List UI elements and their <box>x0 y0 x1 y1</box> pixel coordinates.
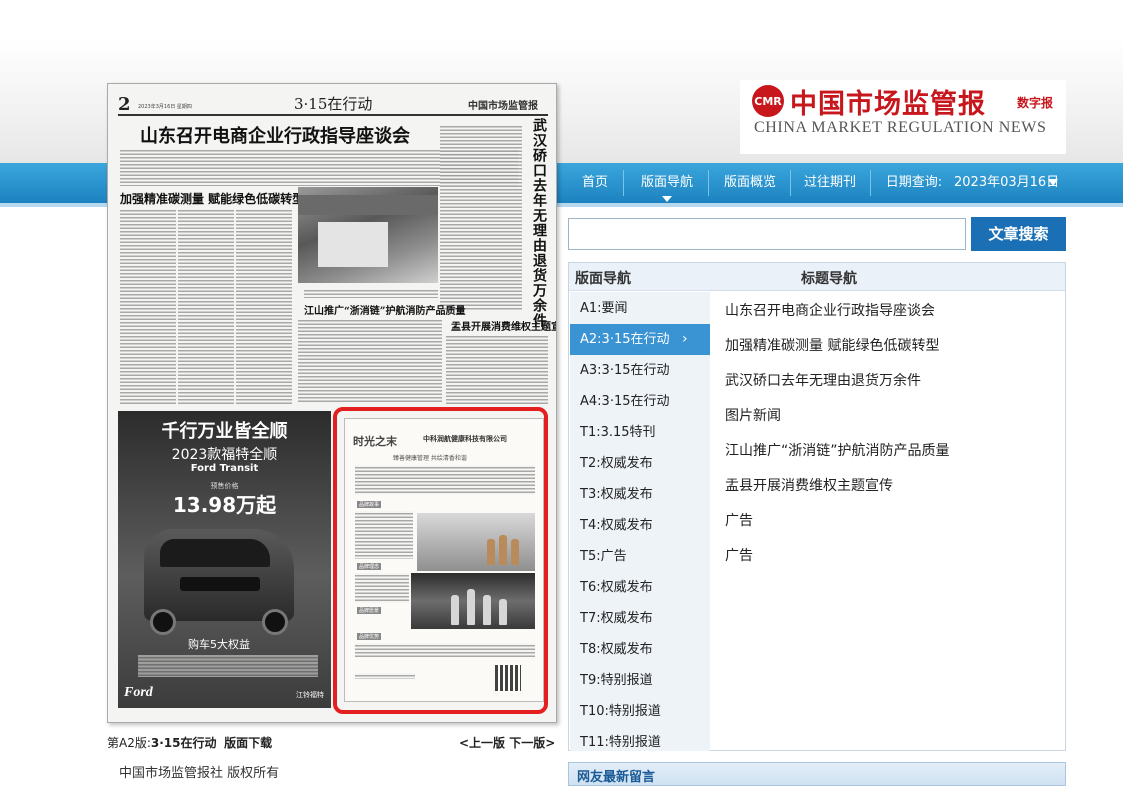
logo-chinese-name: 中国市场监管报 <box>790 89 986 120</box>
article-text-block[interactable] <box>446 334 548 406</box>
page-nav-header: 版面导航 <box>575 271 631 287</box>
title-link[interactable]: 广告 <box>725 510 753 530</box>
news-photo[interactable] <box>298 187 438 283</box>
logo-emblem-icon: CMR <box>752 85 784 117</box>
paper-vertical-headline-article[interactable]: 武汉硚口去年无理由退货万余件 <box>526 118 548 328</box>
site-logo[interactable]: CMR 中国市场监管报 数字报 CHINA MARKET REGULATION … <box>740 80 1066 154</box>
title-link[interactable]: 山东召开电商企业行政指导座谈会 <box>725 300 935 320</box>
paper-headline-article[interactable]: 山东召开电商企业行政指导座谈会 <box>140 122 410 148</box>
page-item-t2[interactable]: T2:权威发布 <box>570 448 710 479</box>
page-item-t5[interactable]: T5:广告 <box>570 541 710 572</box>
search-input[interactable] <box>568 218 966 250</box>
car-ad-brand: Ford Transit <box>190 463 259 474</box>
paper-headline-3-article[interactable]: 盂县开展消费维权主题宣传 <box>451 318 556 333</box>
page-item-t7[interactable]: T7:权威发布 <box>570 603 710 634</box>
navigation-panel: 版面导航 标题导航 A1:要闻 A2:3·15在行动 › A3:3·15在行动 … <box>568 262 1066 751</box>
photo-tent <box>318 222 388 267</box>
paper-date-line: 2023年3月16日 星期四 <box>138 104 192 110</box>
article-text-block[interactable] <box>120 208 176 404</box>
nav-divider <box>870 170 871 196</box>
page-caption: 第A2版:3·15在行动 版面下载 <box>107 734 272 751</box>
date-query-label: 日期查询: <box>885 175 943 190</box>
article-text-block[interactable] <box>298 318 442 404</box>
selected-article-highlight[interactable] <box>333 407 548 714</box>
nav-home[interactable]: 首页 <box>568 163 622 203</box>
paper-page-number: 2 <box>118 94 131 115</box>
page-item-t4[interactable]: T4:权威发布 <box>570 510 710 541</box>
prev-page-link[interactable]: <上一版 <box>459 736 505 750</box>
paper-header-rule <box>118 114 548 116</box>
page-pager: <上一版 下一版> <box>459 734 555 751</box>
car-ad-slogan: 千行万业皆全顺 <box>161 421 288 442</box>
van-wheel <box>150 609 176 635</box>
car-ad-model: 2023款福特全顺 <box>171 447 278 463</box>
page-item-label: A2:3·15在行动 <box>580 332 670 347</box>
page-item-t9[interactable]: T9:特别报道 <box>570 665 710 696</box>
ford-transit-ad[interactable]: 千行万业皆全顺 2023款福特全顺 Ford Transit 预售价格 13.9… <box>118 411 331 708</box>
logo-digital-tag: 数字报 <box>1017 96 1054 110</box>
van-grille <box>180 577 260 591</box>
article-search-button[interactable]: 文章搜索 <box>971 217 1066 251</box>
paper-subheadline-article[interactable]: 加强精准碳测量 赋能绿色低碳转型 <box>120 190 304 207</box>
page-item-t6[interactable]: T6:权威发布 <box>570 572 710 603</box>
chevron-right-icon: › <box>682 331 688 347</box>
paper-headline-2-article[interactable]: 江山推广“浙消链”护航消防产品质量 <box>304 302 466 317</box>
latest-comments-bar: 网友最新留言 <box>568 762 1066 786</box>
logo-english-name: CHINA MARKET REGULATION NEWS <box>754 119 1047 136</box>
panel-header: 版面导航 标题导航 <box>569 263 1065 291</box>
ford-logo: Ford <box>124 685 153 700</box>
title-link[interactable]: 广告 <box>725 545 753 565</box>
paper-section-title: 3·15在行动 <box>294 95 373 113</box>
article-text-block[interactable] <box>178 208 234 404</box>
car-ad-price: 13.98万起 <box>172 493 277 517</box>
date-select[interactable]: 2023年03月16日 <box>954 163 1059 203</box>
article-text-block[interactable] <box>236 208 292 404</box>
page-item-a1[interactable]: A1:要闻 <box>570 293 710 324</box>
van-wheel <box>262 609 288 635</box>
title-link[interactable]: 图片新闻 <box>725 405 781 425</box>
car-ad-dealer: 江铃福特 <box>296 691 324 699</box>
latest-comments-title: 网友最新留言 <box>577 770 656 785</box>
photo-banner <box>298 195 438 215</box>
nav-divider <box>623 170 624 196</box>
photo-caption-text <box>304 288 438 298</box>
nav-past-issues[interactable]: 过往期刊 <box>798 163 862 203</box>
page-item-a4[interactable]: A4:3·15在行动 <box>570 386 710 417</box>
page-list: A1:要闻 A2:3·15在行动 › A3:3·15在行动 A4:3·15在行动… <box>570 292 710 751</box>
nav-page-overview[interactable]: 版面概览 <box>716 163 784 203</box>
page-item-a2-active[interactable]: A2:3·15在行动 › <box>570 324 710 355</box>
title-link[interactable]: 江山推广“浙消链”护航消防产品质量 <box>725 440 950 460</box>
car-ad-benefits: 购车5大权益 <box>188 638 250 651</box>
article-text-block[interactable] <box>440 124 522 310</box>
copyright-text: 中国市场监管报社 版权所有 <box>119 766 280 781</box>
page-item-t8[interactable]: T8:权威发布 <box>570 634 710 665</box>
nav-active-indicator-icon <box>662 196 672 202</box>
title-link[interactable]: 加强精准碳测量 赋能绿色低碳转型 <box>725 335 939 355</box>
nav-divider <box>790 170 791 196</box>
title-nav-header: 标题导航 <box>801 271 857 287</box>
page-caption-prefix: 第A2版: <box>107 736 151 750</box>
van-windshield <box>160 539 270 567</box>
title-link[interactable]: 武汉硚口去年无理由退货万余件 <box>725 370 921 390</box>
page-download-link[interactable]: 版面下载 <box>224 736 272 750</box>
title-link[interactable]: 盂县开展消费维权主题宣传 <box>725 475 893 495</box>
page-caption-name: 3·15在行动 <box>150 736 217 750</box>
page-item-a3[interactable]: A3:3·15在行动 <box>570 355 710 386</box>
nav-divider <box>708 170 709 196</box>
paper-masthead: 中国市场监管报 <box>468 101 538 112</box>
next-page-link[interactable]: 下一版> <box>509 736 555 750</box>
page-item-t3[interactable]: T3:权威发布 <box>570 479 710 510</box>
chevron-down-icon[interactable] <box>1048 179 1058 186</box>
page-item-t11[interactable]: T11:特别报道 <box>570 727 710 758</box>
page-item-t1[interactable]: T1:3.15特刊 <box>570 417 710 448</box>
page-item-t10[interactable]: T10:特别报道 <box>570 696 710 727</box>
car-ad-fine-print <box>138 655 318 677</box>
